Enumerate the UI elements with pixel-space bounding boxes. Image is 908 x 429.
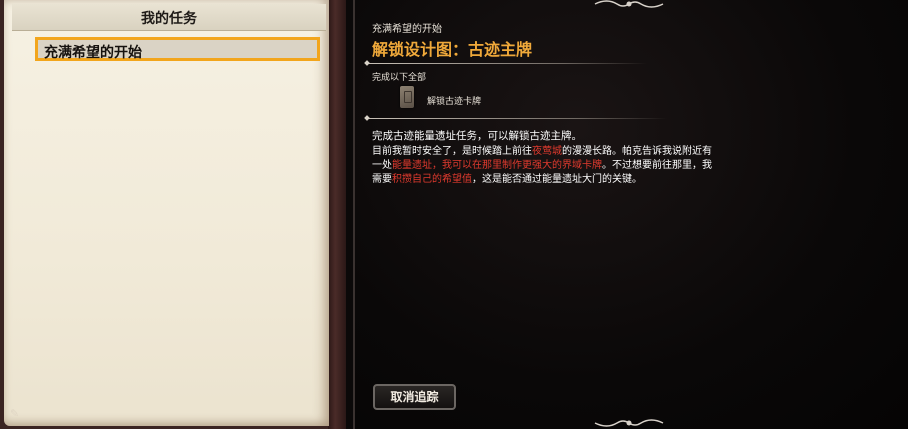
page-corner-icon: ✎ — [10, 407, 20, 420]
requirement-label: 解锁古迹卡牌 — [427, 97, 482, 107]
highlight-location: 夜莺城 — [532, 146, 562, 157]
untrack-button[interactable]: 取消追踪 — [373, 384, 456, 410]
book-spine — [328, 0, 346, 429]
quest-list-item-label: 充满希望的开始 — [44, 45, 142, 61]
ornament-bottom-icon — [594, 419, 664, 427]
description-text: 目前我暂时安全了，是时候踏上前往 — [372, 146, 532, 157]
quest-name: 充满希望的开始 — [372, 24, 442, 35]
quest-detail-panel: 充满希望的开始 解锁设计图：古迹主牌 完成以下全部 解锁古迹卡牌 完成古迹能量遗… — [353, 0, 908, 429]
card-icon — [400, 86, 414, 108]
quest-journal: 我的任务 充满希望的开始 ✎ — [0, 0, 346, 429]
highlight-ruins: 能量遗址，我可以在那里制作更强大的界域卡牌 — [392, 160, 602, 171]
objective-title: 解锁设计图：古迹主牌 — [372, 40, 533, 59]
requirement-heading: 完成以下全部 — [372, 73, 427, 83]
divider — [367, 63, 647, 64]
description-text: ，这是能否通过能量遗址大门的关键。 — [472, 174, 642, 185]
divider-dot-icon — [364, 115, 370, 121]
ornament-top-icon — [594, 0, 664, 8]
quest-list-item[interactable]: 充满希望的开始 — [35, 37, 320, 61]
journal-page: 我的任务 充满希望的开始 ✎ — [4, 0, 329, 426]
highlight-hope: 积攒自己的希望值 — [392, 174, 472, 185]
journal-header: 我的任务 — [12, 4, 326, 31]
divider — [367, 118, 667, 119]
divider-dot-icon — [364, 60, 370, 66]
quest-description: 目前我暂时安全了，是时候踏上前往夜莺城的漫漫长路。帕克告诉我说附近有一处能量遗址… — [372, 145, 717, 187]
journal-title: 我的任务 — [141, 11, 197, 27]
quest-summary: 完成古迹能量遗址任务，可以解锁古迹主牌。 — [372, 130, 582, 142]
